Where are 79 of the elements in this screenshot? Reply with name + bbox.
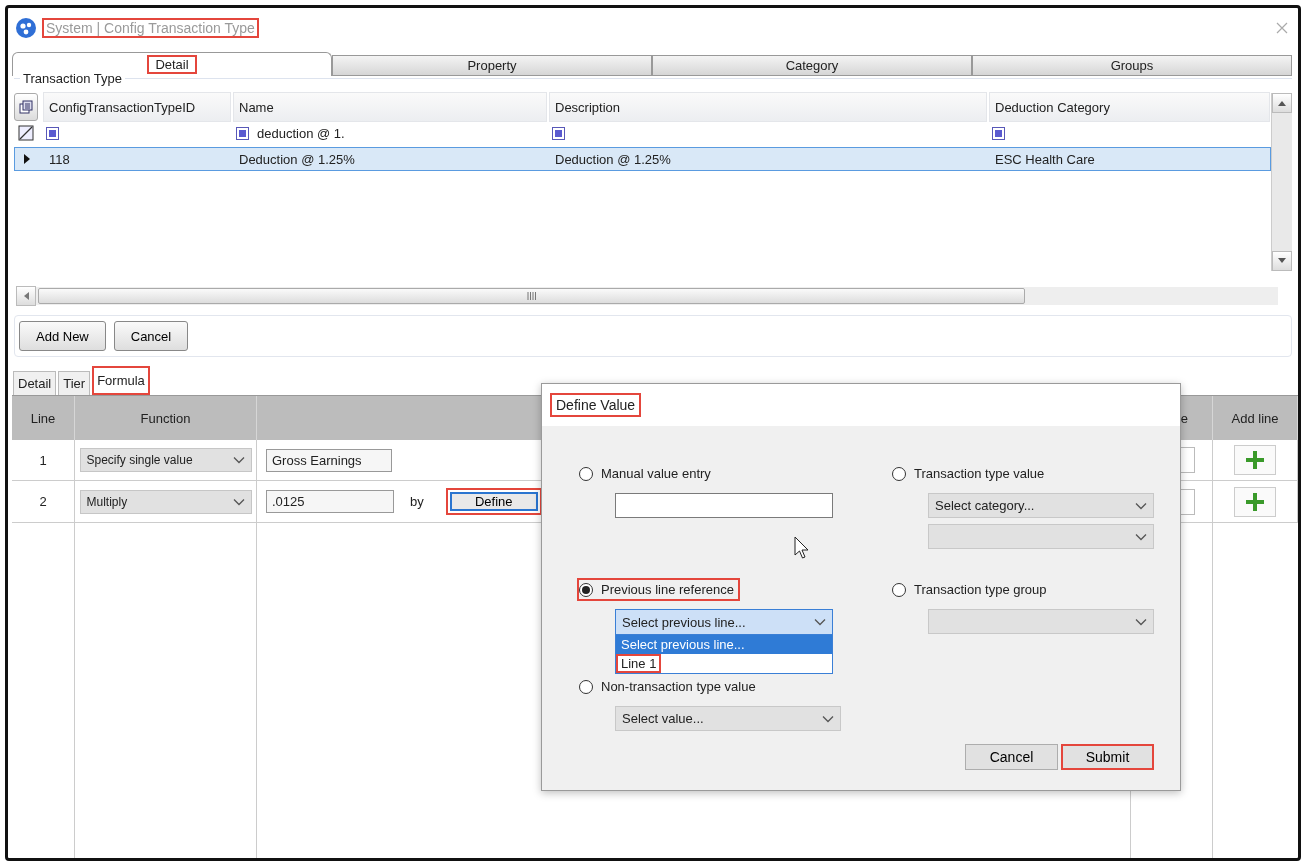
filter-operator-icon[interactable] <box>46 126 59 140</box>
action-button[interactable]: Cancel <box>113 321 189 351</box>
line-number: 2 <box>39 494 47 509</box>
add-line-button[interactable] <box>1234 486 1276 517</box>
chevron-down-icon <box>822 714 834 723</box>
row-pointer-icon <box>23 154 31 164</box>
radio-option[interactable]: Non-transaction type value <box>577 675 762 698</box>
grip-icon[interactable] <box>526 292 537 300</box>
filter-operator-icon[interactable] <box>992 126 1005 140</box>
chevron-down-icon <box>232 497 245 506</box>
tab[interactable]: Groups <box>972 55 1292 76</box>
table-row[interactable]: 118 Deduction @ 1.25% Deduction @ 1.25% ESC Health Care <box>14 147 1271 171</box>
line-number: 1 <box>39 452 47 468</box>
plus-icon <box>1244 449 1266 471</box>
plus-icon <box>1244 490 1266 513</box>
table-cell-text: Deduction @ 1.25% <box>554 151 672 167</box>
radio-option[interactable]: Transaction type group <box>890 578 1053 601</box>
radio-option[interactable]: Previous line reference <box>577 578 740 601</box>
tab[interactable]: Detail <box>13 371 57 395</box>
radio-button[interactable] <box>579 679 593 694</box>
function-dropdown[interactable]: Specify single value <box>79 448 252 472</box>
dialog-title: Define Value <box>550 393 642 417</box>
scroll-left-icon[interactable] <box>23 292 29 300</box>
window-title: System | Config Transaction Type <box>42 18 259 38</box>
chevron-down-icon <box>814 618 826 626</box>
app-icon <box>16 18 36 38</box>
input-field[interactable] <box>615 493 833 518</box>
radio-option[interactable]: Manual value entry <box>577 462 717 485</box>
dropdown-option[interactable]: Line 1 <box>616 654 662 673</box>
table-cell-text: Deduction @ 1.25% <box>238 151 356 167</box>
column-header: Line <box>12 396 75 440</box>
chevron-down-icon <box>1135 617 1147 626</box>
tab-label: Groups <box>1109 57 1155 75</box>
column-header[interactable]: Description <box>549 92 987 122</box>
tab[interactable]: Tier <box>58 371 91 395</box>
define-button[interactable]: Define <box>445 488 542 515</box>
scroll-up-icon[interactable] <box>1278 100 1286 106</box>
dropdown[interactable]: Select value... <box>615 706 841 731</box>
filter-value[interactable]: deduction @ 1. <box>257 125 345 141</box>
value-field[interactable]: .0125 <box>266 490 394 513</box>
dropdown[interactable]: Select previous line... Select previous line... Line 1 <box>615 609 833 674</box>
action-button[interactable]: Add New <box>19 321 106 351</box>
filter-clear-icon[interactable] <box>18 125 34 141</box>
filter-operator-icon[interactable] <box>552 126 565 140</box>
radio-button[interactable] <box>579 466 593 481</box>
column-header[interactable]: Name <box>233 92 547 122</box>
value-field[interactable]: Gross Earnings <box>266 448 392 472</box>
tab-label: Property <box>466 57 518 75</box>
table-cell-text: ESC Health Care <box>994 151 1096 167</box>
tab[interactable]: Category <box>652 55 972 76</box>
tab-label: Detail <box>147 55 197 74</box>
table-cell-text: 118 <box>48 151 71 167</box>
dropdown-option[interactable]: Select previous line... <box>616 635 832 654</box>
chevron-down-icon <box>1135 501 1147 510</box>
chevron-down-icon <box>1135 532 1147 541</box>
dialog-button[interactable]: Submit <box>1061 744 1154 770</box>
radio-button[interactable] <box>892 466 906 481</box>
tab[interactable]: Property <box>332 55 652 76</box>
tab-label: Category <box>784 57 840 75</box>
dialog-button[interactable]: Cancel <box>965 744 1058 770</box>
chevron-down-icon <box>232 456 245 464</box>
mouse-cursor-icon <box>794 536 810 560</box>
group-legend: Transaction Type <box>20 71 125 86</box>
column-header[interactable]: Deduction Category <box>989 92 1270 122</box>
filter-operator-icon[interactable] <box>236 126 249 140</box>
radio-button[interactable] <box>579 582 593 597</box>
vertical-scrollbar[interactable] <box>1271 93 1292 271</box>
radio-button[interactable] <box>892 582 906 597</box>
column-header: Add line <box>1213 396 1298 440</box>
radio-option[interactable]: Transaction type value <box>890 462 1051 485</box>
scroll-down-icon[interactable] <box>1278 258 1286 264</box>
by-label: by <box>410 494 424 509</box>
column-header[interactable]: ConfigTransactionTypeID <box>43 92 231 122</box>
tab[interactable]: Formula <box>92 366 150 395</box>
horizontal-scrollbar[interactable] <box>16 287 1278 305</box>
function-dropdown[interactable]: Multiply <box>79 489 252 514</box>
column-header: Function <box>75 396 257 440</box>
dropdown[interactable]: Select category... <box>928 493 1154 518</box>
add-line-button[interactable] <box>1234 445 1276 475</box>
